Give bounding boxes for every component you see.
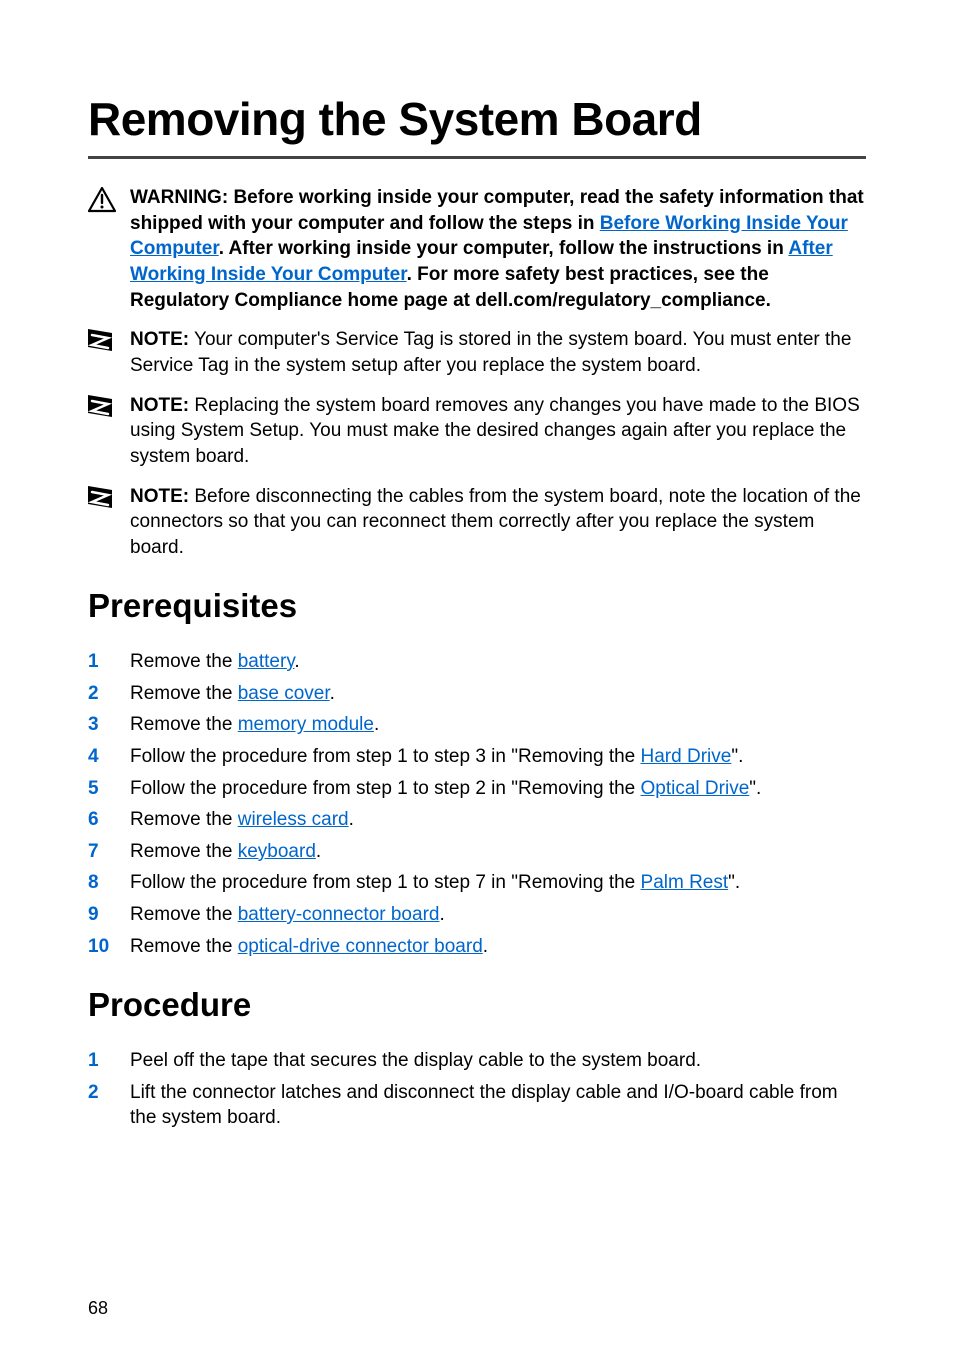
note-text: NOTE: Your computer's Service Tag is sto… (130, 327, 866, 378)
list-item: 7Remove the keyboard. (88, 839, 866, 865)
page-title: Removing the System Board (88, 88, 866, 159)
list-item: 4Follow the procedure from step 1 to ste… (88, 744, 866, 770)
warning-callout: WARNING: Before working inside your comp… (88, 185, 866, 313)
list-item: 5Follow the procedure from step 1 to ste… (88, 776, 866, 802)
link-keyboard[interactable]: keyboard (238, 841, 316, 862)
link-battery-connector-board[interactable]: battery-connector board (238, 904, 440, 925)
link-hard-drive[interactable]: Hard Drive (641, 746, 732, 767)
list-item: 8Follow the procedure from step 1 to ste… (88, 870, 866, 896)
list-item: 2Remove the base cover. (88, 681, 866, 707)
procedure-list: 1Peel off the tape that secures the disp… (88, 1048, 866, 1131)
prerequisites-heading: Prerequisites (88, 584, 866, 629)
list-item: 2Lift the connector latches and disconne… (88, 1080, 866, 1131)
link-optical-drive-connector-board[interactable]: optical-drive connector board (238, 936, 483, 957)
note-icon (88, 327, 130, 378)
prerequisites-list: 1Remove the battery. 2Remove the base co… (88, 649, 866, 959)
procedure-heading: Procedure (88, 983, 866, 1028)
link-base-cover[interactable]: base cover (238, 683, 330, 704)
link-battery[interactable]: battery (238, 651, 295, 672)
list-item: 1Peel off the tape that secures the disp… (88, 1048, 866, 1074)
link-palm-rest[interactable]: Palm Rest (641, 872, 729, 893)
link-optical-drive[interactable]: Optical Drive (641, 778, 750, 799)
page-number: 68 (88, 1296, 108, 1320)
list-item: 10Remove the optical-drive connector boa… (88, 934, 866, 960)
link-wireless-card[interactable]: wireless card (238, 809, 349, 830)
list-item: 1Remove the battery. (88, 649, 866, 675)
note-icon (88, 393, 130, 470)
list-item: 6Remove the wireless card. (88, 807, 866, 833)
list-item: 3Remove the memory module. (88, 712, 866, 738)
note-text: NOTE: Replacing the system board removes… (130, 393, 866, 470)
note-callout: NOTE: Replacing the system board removes… (88, 393, 866, 470)
note-text: NOTE: Before disconnecting the cables fr… (130, 484, 866, 561)
note-callout: NOTE: Before disconnecting the cables fr… (88, 484, 866, 561)
list-item: 9Remove the battery-connector board. (88, 902, 866, 928)
link-memory-module[interactable]: memory module (238, 714, 374, 735)
note-icon (88, 484, 130, 561)
warning-text: WARNING: Before working inside your comp… (130, 185, 866, 313)
warning-icon (88, 185, 130, 313)
note-callout: NOTE: Your computer's Service Tag is sto… (88, 327, 866, 378)
